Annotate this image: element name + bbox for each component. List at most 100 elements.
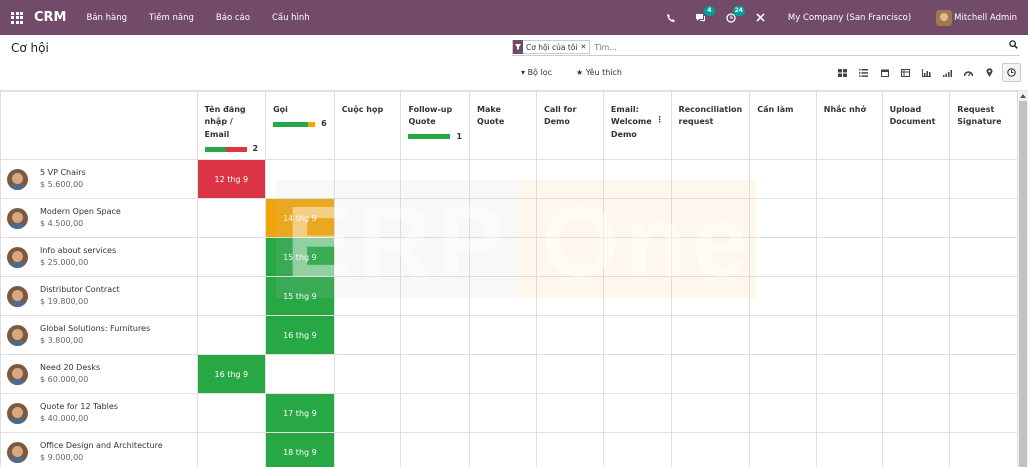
- progress-segment[interactable]: [273, 122, 308, 128]
- empty-activity-cell[interactable]: [400, 237, 471, 277]
- menu-item-leads[interactable]: Tiềm năng: [149, 13, 194, 23]
- progress-bar[interactable]: [273, 122, 316, 128]
- record-cell[interactable]: Distributor Contract $ 19.800,00: [0, 276, 198, 316]
- empty-activity-cell[interactable]: [749, 315, 817, 355]
- company-switcher[interactable]: My Company (San Francisco): [788, 13, 911, 23]
- empty-activity-cell[interactable]: [602, 198, 672, 238]
- empty-activity-cell[interactable]: [196, 432, 267, 467]
- empty-activity-cell[interactable]: [469, 315, 537, 355]
- empty-activity-cell[interactable]: [196, 198, 267, 238]
- progress-segment[interactable]: [408, 134, 451, 140]
- empty-activity-cell[interactable]: [333, 315, 402, 355]
- activity-date-cell[interactable]: 14 thg 9: [265, 198, 335, 238]
- empty-activity-cell[interactable]: [469, 159, 537, 199]
- empty-activity-cell[interactable]: [749, 393, 817, 433]
- empty-activity-cell[interactable]: [400, 276, 471, 316]
- phone-icon[interactable]: [664, 11, 678, 25]
- empty-activity-cell[interactable]: [670, 198, 751, 238]
- user-menu[interactable]: Mitchell Admin: [936, 9, 1017, 26]
- empty-activity-cell[interactable]: [535, 198, 604, 238]
- empty-activity-cell[interactable]: [670, 237, 751, 277]
- activities-clock-icon[interactable]: 24: [724, 5, 745, 25]
- record-cell[interactable]: Global Solutions: Furnitures $ 3.800,00: [0, 315, 198, 355]
- record[interactable]: Need 20 Desks $ 60.000,00: [1, 355, 197, 393]
- empty-activity-cell[interactable]: [602, 159, 672, 199]
- empty-activity-cell[interactable]: [400, 159, 471, 199]
- empty-activity-cell[interactable]: [602, 354, 672, 394]
- empty-activity-cell[interactable]: [469, 198, 537, 238]
- empty-activity-cell[interactable]: [815, 159, 883, 199]
- map-view-icon[interactable]: [979, 63, 1000, 82]
- activity-date-cell[interactable]: 15 thg 9: [265, 237, 335, 277]
- empty-activity-cell[interactable]: [400, 432, 471, 467]
- activity-type-header[interactable]: Cuộc họp: [333, 91, 402, 160]
- empty-activity-cell[interactable]: [602, 393, 672, 433]
- graph-view-icon[interactable]: [916, 63, 937, 82]
- empty-activity-cell[interactable]: [815, 432, 883, 467]
- activity-progress[interactable]: 6: [273, 118, 327, 130]
- cohort-view-icon[interactable]: [937, 63, 958, 82]
- record[interactable]: Quote for 12 Tables $ 40.000,00: [1, 394, 197, 432]
- column-menu-icon[interactable]: ⋮: [656, 114, 664, 141]
- empty-activity-cell[interactable]: [469, 432, 537, 467]
- empty-activity-cell[interactable]: [469, 237, 537, 277]
- progress-bar[interactable]: [408, 134, 451, 140]
- empty-activity-cell[interactable]: [535, 159, 604, 199]
- dashboard-view-icon[interactable]: [958, 63, 979, 82]
- activity-view-icon[interactable]: [1002, 63, 1021, 82]
- empty-activity-cell[interactable]: [949, 315, 1018, 355]
- close-icon[interactable]: [754, 11, 768, 25]
- empty-activity-cell[interactable]: [400, 393, 471, 433]
- empty-activity-cell[interactable]: [400, 354, 471, 394]
- empty-activity-cell[interactable]: [333, 432, 402, 467]
- empty-activity-cell[interactable]: [749, 237, 817, 277]
- empty-activity-cell[interactable]: [949, 432, 1018, 467]
- empty-activity-cell[interactable]: [881, 159, 951, 199]
- empty-activity-cell[interactable]: [535, 432, 604, 467]
- activity-type-header[interactable]: Request Signature: [949, 91, 1018, 160]
- activity-type-header[interactable]: Make Quote: [469, 91, 537, 160]
- empty-activity-cell[interactable]: [749, 198, 817, 238]
- favorites-button[interactable]: ★ Yêu thích: [576, 68, 634, 77]
- empty-activity-cell[interactable]: [400, 315, 471, 355]
- record-cell[interactable]: Need 20 Desks $ 60.000,00: [0, 354, 198, 394]
- empty-activity-cell[interactable]: [469, 393, 537, 433]
- record[interactable]: Distributor Contract $ 19.800,00: [1, 277, 197, 315]
- empty-activity-cell[interactable]: [196, 237, 267, 277]
- empty-activity-cell[interactable]: [815, 237, 883, 277]
- activity-date-cell[interactable]: 18 thg 9: [265, 432, 335, 467]
- empty-activity-cell[interactable]: [949, 276, 1018, 316]
- empty-activity-cell[interactable]: [602, 237, 672, 277]
- empty-activity-cell[interactable]: [670, 354, 751, 394]
- activity-type-header[interactable]: Reconciliation request: [670, 91, 751, 160]
- progress-bar[interactable]: [204, 146, 247, 152]
- record-cell[interactable]: Modern Open Space $ 4.500,00: [0, 198, 198, 238]
- activity-type-header[interactable]: Gọi 6: [265, 91, 335, 160]
- empty-activity-cell[interactable]: [535, 237, 604, 277]
- empty-activity-cell[interactable]: [815, 393, 883, 433]
- record[interactable]: Office Design and Architecture $ 9.000,00: [1, 433, 197, 467]
- app-brand[interactable]: CRM: [34, 10, 67, 25]
- empty-activity-cell[interactable]: [602, 315, 672, 355]
- activity-type-header[interactable]: Upload Document: [881, 91, 951, 160]
- activity-progress[interactable]: 2: [204, 143, 258, 155]
- empty-activity-cell[interactable]: [815, 276, 883, 316]
- empty-activity-cell[interactable]: [881, 354, 951, 394]
- activity-type-header[interactable]: Email: Welcome Demo ⋮: [602, 91, 672, 160]
- empty-activity-cell[interactable]: [949, 159, 1018, 199]
- empty-activity-cell[interactable]: [881, 198, 951, 238]
- empty-activity-cell[interactable]: [881, 432, 951, 467]
- activity-date-cell[interactable]: 16 thg 9: [196, 354, 267, 394]
- record-cell[interactable]: Info about services $ 25.000,00: [0, 237, 198, 277]
- search-icon[interactable]: [1009, 40, 1018, 52]
- facet-remove-icon[interactable]: ✕: [581, 43, 590, 51]
- empty-activity-cell[interactable]: [196, 393, 267, 433]
- scroll-up-arrow-icon[interactable]: [1020, 94, 1026, 98]
- search-input[interactable]: [594, 42, 975, 52]
- progress-segment[interactable]: [225, 146, 247, 152]
- vertical-scrollbar[interactable]: [1018, 91, 1028, 467]
- empty-activity-cell[interactable]: [400, 198, 471, 238]
- empty-activity-cell[interactable]: [749, 354, 817, 394]
- menu-item-reporting[interactable]: Báo cáo: [216, 13, 250, 23]
- kanban-view-icon[interactable]: [832, 63, 853, 82]
